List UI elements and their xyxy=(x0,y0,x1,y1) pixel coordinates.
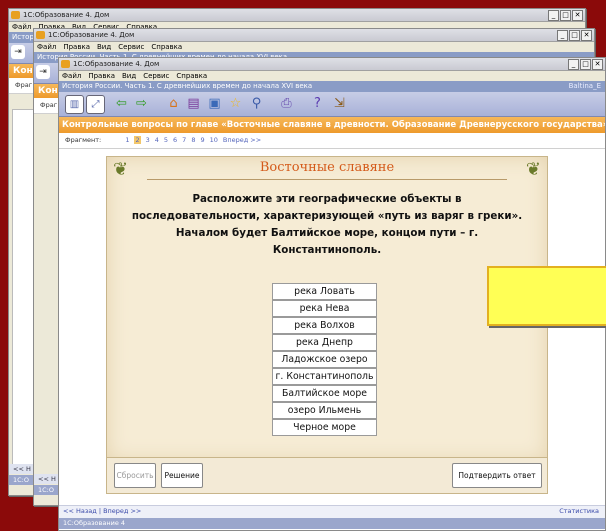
fragment-link[interactable]: 4 xyxy=(155,136,159,144)
course-title: История России. Часть 1. С древнейших вр… xyxy=(62,82,313,90)
bookmark-icon[interactable]: ▣ xyxy=(206,95,223,112)
minimize-icon[interactable]: _ xyxy=(568,59,579,70)
answer-item[interactable]: река Нева xyxy=(272,300,377,317)
question-text: Расположите эти географические объекты в… xyxy=(131,193,523,256)
window-controls: _ □ ✕ xyxy=(548,10,583,21)
menu-bar: Файл Правка Вид Сервис Справка xyxy=(59,71,605,81)
menu-view[interactable]: Вид xyxy=(97,43,111,51)
reset-button[interactable]: Сбросить xyxy=(114,463,156,488)
answer-item[interactable]: Черное море xyxy=(272,419,377,436)
fragment-link[interactable]: 3 xyxy=(146,136,150,144)
nav-bar: << Назад | Вперед >> Статистика xyxy=(59,505,605,518)
toolbar: ▥ ⤢ ⇦ ⇨ ⌂ ▤ ▣ ☆ ⚲ ⎙ ? ⇲ xyxy=(59,92,605,117)
menu-file[interactable]: Файл xyxy=(37,43,56,51)
window-main-titlebar[interactable]: 1С:Образование 4. Дом _ □ ✕ xyxy=(59,58,605,71)
forward-arrow-icon[interactable]: ⇨ xyxy=(133,95,150,112)
fragment-next-link[interactable]: Вперед >> xyxy=(223,136,261,144)
menu-help[interactable]: Справка xyxy=(151,43,182,51)
help-icon[interactable]: ? xyxy=(309,95,326,112)
app-icon xyxy=(61,60,70,68)
favorite-star-icon[interactable]: ☆ xyxy=(227,95,244,112)
menu-edit[interactable]: Правка xyxy=(88,72,115,80)
fragment-label: Фраг xyxy=(40,101,58,109)
window-controls: _ □ ✕ xyxy=(568,59,603,70)
statistics-link[interactable]: Статистика xyxy=(559,507,599,515)
solution-button[interactable]: Решение xyxy=(161,463,203,488)
close-icon[interactable]: ✕ xyxy=(592,59,603,70)
window-back-2-titlebar[interactable]: 1С:Образование 4. Дом _ □ ✕ xyxy=(34,29,594,42)
fragment-link[interactable]: 1 xyxy=(125,136,129,144)
menu-help[interactable]: Справка xyxy=(176,72,207,80)
menu-file[interactable]: Файл xyxy=(62,72,81,80)
maximize-icon[interactable]: □ xyxy=(560,10,571,21)
course-bar: История России. Часть 1. С древнейших вр… xyxy=(59,81,605,92)
print-icon[interactable]: ⎙ xyxy=(278,95,295,112)
search-icon[interactable]: ⚲ xyxy=(248,95,265,112)
window-title: 1С:Образование 4. Дом xyxy=(48,31,135,39)
fragment-link[interactable]: 10 xyxy=(210,136,218,144)
title-divider xyxy=(147,179,507,180)
panel-icon[interactable]: ⇥ xyxy=(36,65,50,79)
answer-item[interactable]: река Ловать xyxy=(272,283,377,300)
maximize-icon[interactable]: □ xyxy=(580,59,591,70)
panel-icon[interactable]: ⇥ xyxy=(11,45,25,59)
window-back-1-titlebar[interactable]: 1С:Образование 4. Дом _ □ ✕ xyxy=(9,9,585,22)
menu-view[interactable]: Вид xyxy=(122,72,136,80)
card-title: Восточные славяне xyxy=(259,160,395,175)
section-title: Контрольные вопросы по главе «Восточные … xyxy=(59,117,605,133)
window-controls: _ □ ✕ xyxy=(557,30,592,41)
panel-toggle-icon[interactable]: ▥ xyxy=(65,95,84,114)
user-name: Baltina_E xyxy=(568,82,601,90)
fragment-bar: Фрагмент: 1 2 3 4 5 6 7 8 9 10 Вперед >> xyxy=(59,133,605,149)
menu-edit[interactable]: Правка xyxy=(63,43,90,51)
answer-item[interactable]: Ладожское озеро xyxy=(272,351,377,368)
fragment-label: Фрагмент: xyxy=(65,136,102,144)
answer-item[interactable]: Балтийское море xyxy=(272,385,377,402)
app-icon xyxy=(11,11,20,19)
fragment-link[interactable]: 5 xyxy=(164,136,168,144)
window-title: 1С:Образование 4. Дом xyxy=(73,60,160,68)
close-icon[interactable]: ✕ xyxy=(581,30,592,41)
hint-box[interactable] xyxy=(487,266,606,326)
minimize-icon[interactable]: _ xyxy=(548,10,559,21)
minimize-icon[interactable]: _ xyxy=(557,30,568,41)
exit-icon[interactable]: ⇲ xyxy=(331,95,348,112)
fullscreen-icon[interactable]: ⤢ xyxy=(86,95,105,114)
maximize-icon[interactable]: □ xyxy=(569,30,580,41)
home-icon[interactable]: ⌂ xyxy=(165,95,182,112)
menu-bar: Файл Правка Вид Сервис Справка xyxy=(34,42,594,52)
library-icon[interactable]: ▤ xyxy=(185,95,202,112)
fragment-link-current[interactable]: 2 xyxy=(134,136,141,144)
confirm-answer-button[interactable]: Подтвердить ответ xyxy=(452,463,542,488)
button-panel: Сбросить Решение Подтвердить ответ xyxy=(106,457,548,494)
fragment-label: Фраг xyxy=(15,81,33,89)
question-card: ❦ ❦ Восточные славяне Расположите эти ге… xyxy=(106,156,548,462)
fragment-link[interactable]: 8 xyxy=(191,136,195,144)
menu-file[interactable]: Файл xyxy=(12,23,31,31)
fragment-link[interactable]: 6 xyxy=(173,136,177,144)
window-title: 1С:Образование 4. Дом xyxy=(23,11,110,19)
fragment-link[interactable]: 7 xyxy=(182,136,186,144)
answer-item[interactable]: река Волхов xyxy=(272,317,377,334)
menu-service[interactable]: Сервис xyxy=(143,72,169,80)
app-icon xyxy=(36,31,45,39)
back-forward-links[interactable]: << Назад | Вперед >> xyxy=(63,507,141,515)
fragment-link[interactable]: 9 xyxy=(200,136,204,144)
menu-service[interactable]: Сервис xyxy=(118,43,144,51)
back-arrow-icon[interactable]: ⇦ xyxy=(113,95,130,112)
close-icon[interactable]: ✕ xyxy=(572,10,583,21)
answer-item[interactable]: г. Константинополь xyxy=(272,368,377,385)
answer-item[interactable]: озеро Ильмень xyxy=(272,402,377,419)
status-bar: 1С:Образование 4 xyxy=(59,518,605,529)
answer-item[interactable]: река Днепр xyxy=(272,334,377,351)
